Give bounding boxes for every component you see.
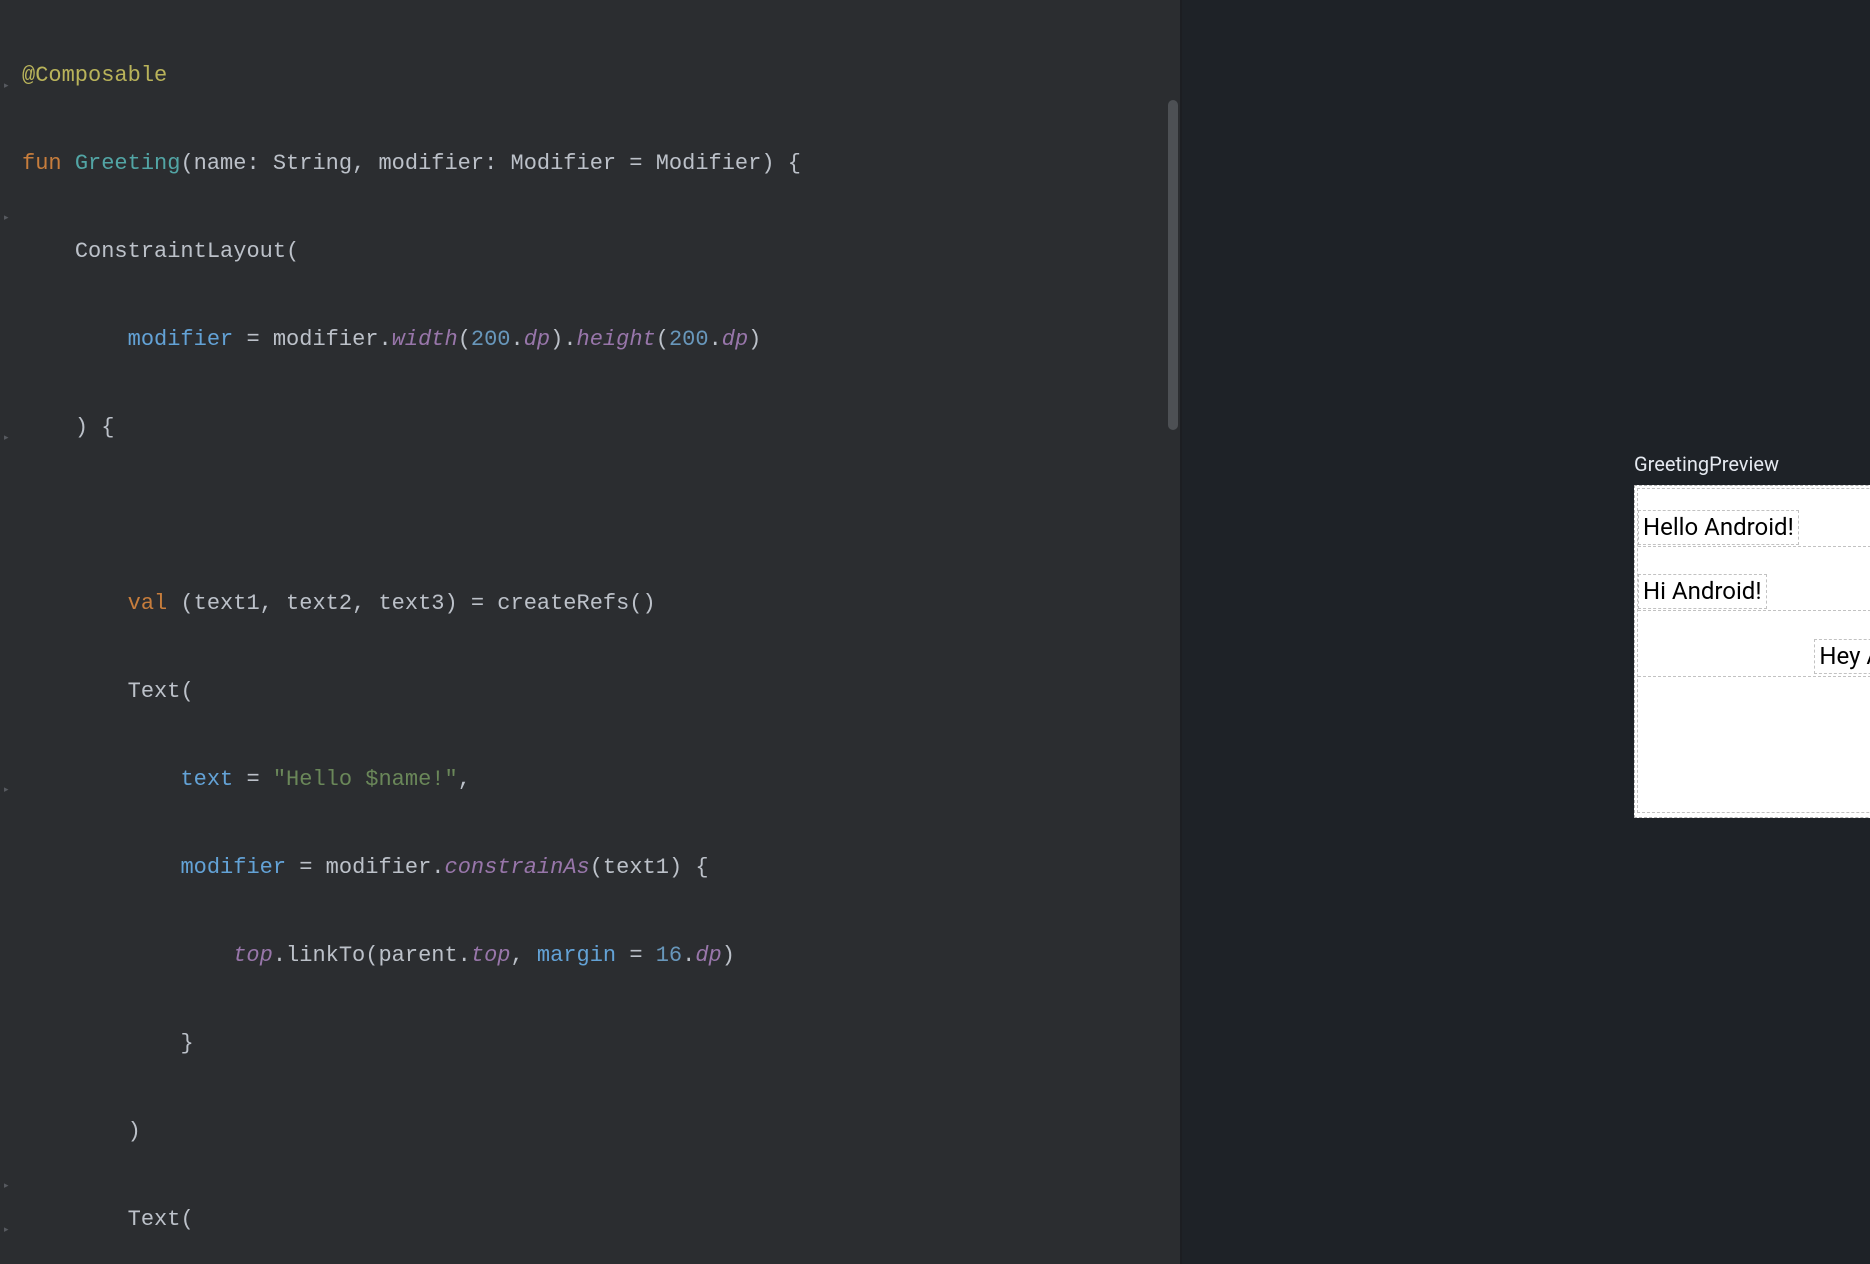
preview-title: GreetingPreview bbox=[1634, 452, 1779, 476]
preview-text-2[interactable]: Hi Android! bbox=[1638, 574, 1767, 609]
preview-text-1[interactable]: Hello Android! bbox=[1638, 510, 1799, 545]
compose-preview-pane[interactable]: GreetingPreview Hello Android! Hi Androi… bbox=[1182, 0, 1870, 1264]
fold-icon[interactable]: ▸ bbox=[4, 1164, 14, 1174]
code-line[interactable]: top.linkTo(parent.top, margin = 16.dp) bbox=[22, 934, 1180, 978]
fold-icon[interactable]: ▸ bbox=[4, 196, 14, 206]
code-line[interactable]: ) { bbox=[22, 406, 1180, 450]
code-editor[interactable]: ▸ ▸ ▸ ▸ ▸ ▸ @Composable fun Greeting(nam… bbox=[0, 0, 1180, 1264]
code-content[interactable]: @Composable fun Greeting(name: String, m… bbox=[20, 10, 1180, 1264]
fold-icon[interactable]: ▸ bbox=[4, 768, 14, 778]
editor-gutter: ▸ ▸ ▸ ▸ ▸ ▸ bbox=[0, 0, 16, 1264]
fold-icon[interactable]: ▸ bbox=[4, 416, 14, 426]
code-line[interactable]: modifier = modifier.width(200.dp).height… bbox=[22, 318, 1180, 362]
code-line[interactable]: val (text1, text2, text3) = createRefs() bbox=[22, 582, 1180, 626]
code-line[interactable]: Text( bbox=[22, 670, 1180, 714]
code-line[interactable]: } bbox=[22, 1022, 1180, 1066]
annotation: @Composable bbox=[22, 63, 167, 88]
code-line[interactable]: modifier = modifier.constrainAs(text1) { bbox=[22, 846, 1180, 890]
app-root: ▸ ▸ ▸ ▸ ▸ ▸ @Composable fun Greeting(nam… bbox=[0, 0, 1870, 1264]
code-line[interactable]: fun Greeting(name: String, modifier: Mod… bbox=[22, 142, 1180, 186]
layout-guide bbox=[1638, 610, 1870, 611]
code-line[interactable]: ConstraintLayout( bbox=[22, 230, 1180, 274]
layout-guide bbox=[1638, 546, 1870, 547]
code-line[interactable]: Text( bbox=[22, 1198, 1180, 1242]
preview-canvas[interactable]: Hello Android! Hi Android! Hey Android! bbox=[1634, 485, 1870, 818]
code-line[interactable]: ) bbox=[22, 1110, 1180, 1154]
fold-icon[interactable]: ▸ bbox=[4, 64, 14, 74]
code-line[interactable] bbox=[22, 494, 1180, 538]
editor-scrollbar[interactable] bbox=[1168, 100, 1178, 430]
code-line[interactable]: @Composable bbox=[22, 54, 1180, 98]
preview-text-3[interactable]: Hey Android! bbox=[1814, 639, 1870, 674]
fold-icon[interactable]: ▸ bbox=[4, 1208, 14, 1218]
code-line[interactable]: text = "Hello $name!", bbox=[22, 758, 1180, 802]
layout-guide bbox=[1638, 676, 1870, 677]
